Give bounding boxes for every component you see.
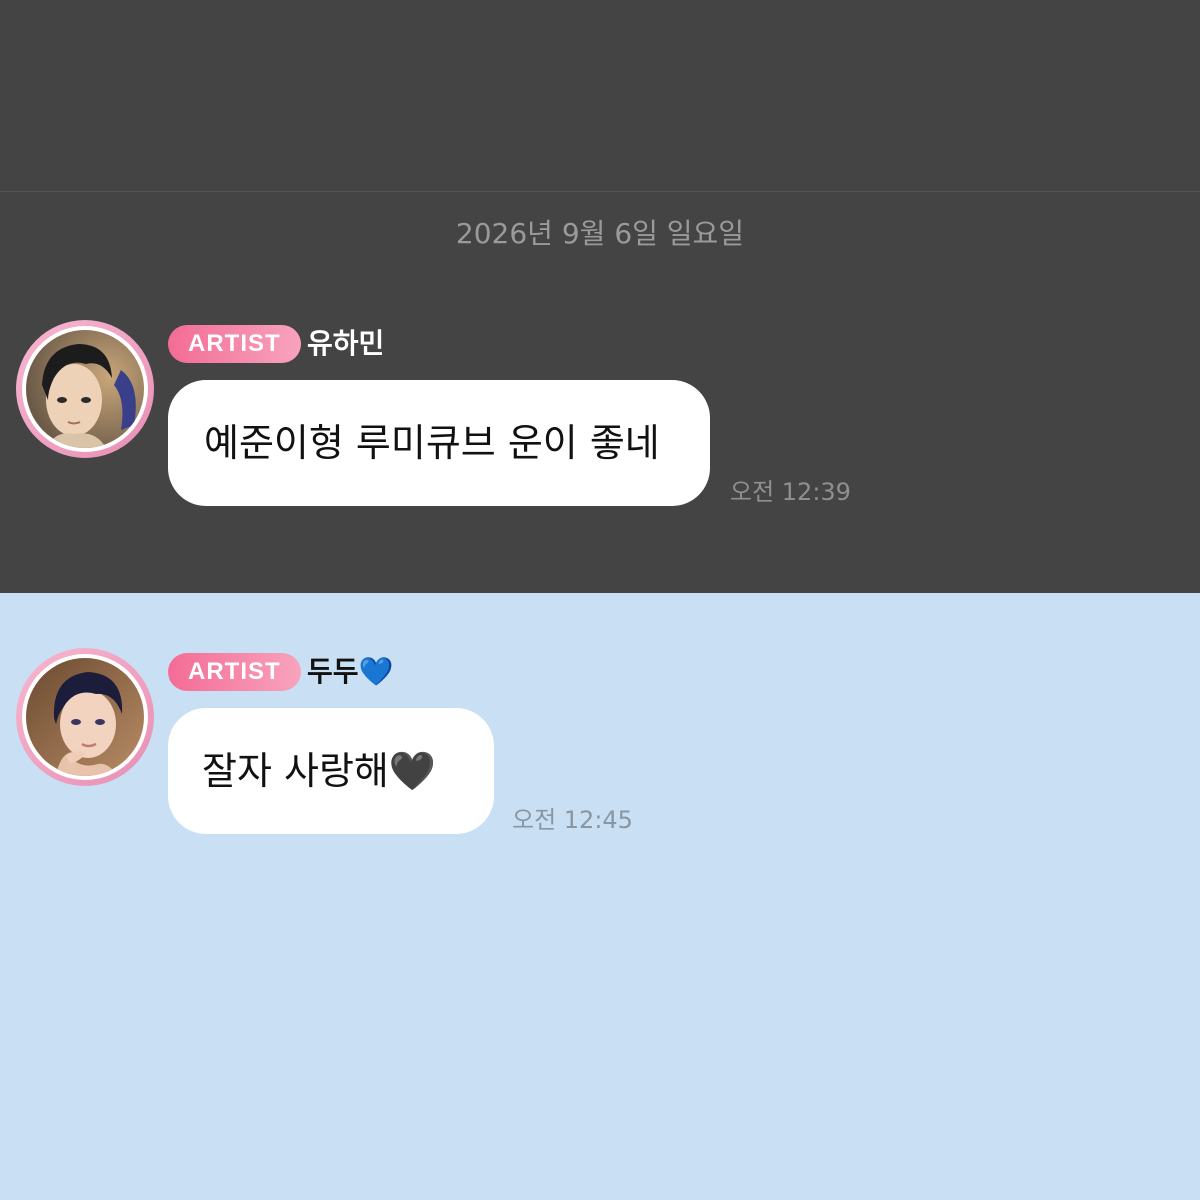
light-chat-panel: ARTIST 두두💙 잘자 사랑해🖤 오전 12:45 [0, 593, 1200, 1200]
sender-name: 유하민 [307, 327, 385, 360]
avatar[interactable] [16, 648, 154, 786]
sender-name: 두두💙 [307, 653, 393, 691]
artist-badge: ARTIST [168, 325, 301, 363]
blue-heart-icon: 💙 [358, 655, 394, 688]
artist-badge: ARTIST [168, 653, 301, 691]
black-heart-icon: 🖤 [388, 749, 437, 793]
message-bubble[interactable]: 예준이형 루미큐브 운이 좋네 [168, 380, 710, 506]
message-timestamp: 오전 12:45 [512, 806, 633, 834]
divider [0, 191, 1200, 192]
avatar-portrait-icon [26, 330, 144, 448]
message-text: 예준이형 루미큐브 운이 좋네 [204, 421, 660, 465]
avatar[interactable] [16, 320, 154, 458]
avatar-portrait-icon [26, 658, 144, 776]
dark-chat-panel: 2026년 9월 6일 일요일 ARTIST 유하민 예준이형 루미큐브 운이 … [0, 0, 1200, 593]
date-separator: 2026년 9월 6일 일요일 [455, 217, 745, 250]
message-text: 잘자 사랑해 [202, 749, 389, 793]
message-timestamp: 오전 12:39 [730, 478, 851, 506]
sender-name-text: 두두 [307, 655, 359, 688]
message-bubble[interactable]: 잘자 사랑해🖤 [168, 708, 494, 834]
